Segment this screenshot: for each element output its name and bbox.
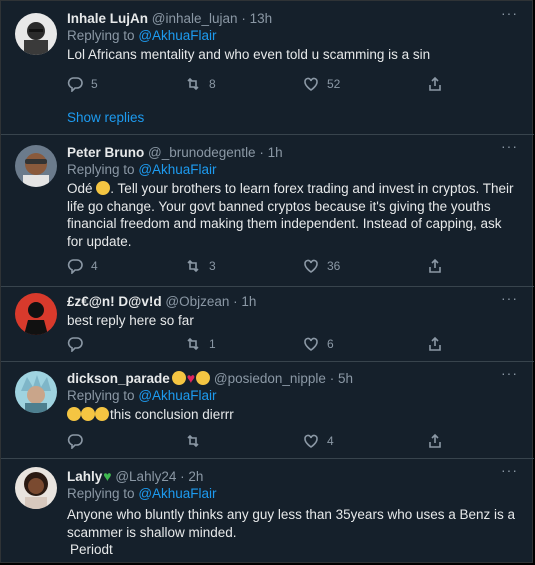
reply-icon xyxy=(67,434,83,449)
share-icon xyxy=(429,433,441,448)
tweet[interactable]: ··· Peter Bruno @_brunodegentle · 1h Rep… xyxy=(1,134,534,287)
like-icon xyxy=(304,77,318,91)
share-button[interactable] xyxy=(427,336,443,352)
retweet-count: 8 xyxy=(209,77,216,91)
like-icon xyxy=(304,259,318,273)
author-name[interactable]: dickson_parade xyxy=(67,371,170,386)
like-count: 52 xyxy=(327,77,341,91)
mention-link[interactable]: @AkhuaFlair xyxy=(138,162,216,177)
laughing-emoji xyxy=(81,407,95,421)
separator: · xyxy=(259,145,264,160)
separator: · xyxy=(241,11,246,26)
tweet-text-line: Anyone who bluntly thinks any guy less t… xyxy=(67,507,516,540)
like-button[interactable]: 52 xyxy=(303,76,340,92)
like-button[interactable]: 36 xyxy=(303,258,340,274)
author-handle[interactable]: @posiedon_nipple xyxy=(214,371,326,386)
author-name[interactable]: Inhale LujAn xyxy=(67,11,148,26)
retweet-button[interactable] xyxy=(185,433,209,449)
author-name[interactable]: £z€@n! D@v!d xyxy=(67,294,162,309)
mention-link[interactable]: @AkhuaFlair xyxy=(138,28,216,43)
laughing-emoji xyxy=(67,407,81,421)
share-icon xyxy=(429,258,441,273)
retweet-icon xyxy=(187,77,199,91)
tweet-text-rest: . Tell your brothers to learn forex trad… xyxy=(67,181,514,249)
like-icon xyxy=(304,337,318,351)
like-icon xyxy=(304,434,318,448)
share-button[interactable] xyxy=(427,258,443,274)
share-button[interactable] xyxy=(427,76,443,92)
replying-to-label: Replying to xyxy=(67,162,135,177)
retweet-count: 3 xyxy=(209,259,216,273)
retweet-button[interactable]: 8 xyxy=(185,76,216,92)
reply-button[interactable]: 4 xyxy=(67,258,98,274)
author-handle[interactable]: @inhale_lujan xyxy=(152,11,238,26)
author-handle[interactable]: @Lahly24 xyxy=(115,469,176,484)
like-count: 36 xyxy=(327,259,341,273)
reply-icon xyxy=(67,259,83,274)
separator: · xyxy=(180,469,185,484)
reply-icon xyxy=(67,77,83,92)
green-heart-emoji: ♥ xyxy=(103,468,112,484)
author-handle[interactable]: @Objzean xyxy=(165,294,229,309)
mention-link[interactable]: @AkhuaFlair xyxy=(138,486,216,501)
replying-to-label: Replying to xyxy=(67,28,135,43)
rolling-eyes-emoji xyxy=(96,181,111,195)
reply-count: 4 xyxy=(91,259,98,273)
like-button[interactable]: 4 xyxy=(303,433,334,449)
timestamp[interactable]: 13h xyxy=(250,11,273,26)
tweet-text-start: Odé xyxy=(67,181,93,196)
tweet-text: Lol Africans mentality and who even told… xyxy=(67,47,431,62)
retweet-count: 1 xyxy=(209,337,216,351)
timestamp[interactable]: 2h xyxy=(188,469,203,484)
reply-thread: · · · Inhale LujAn @inhale_lujan · 13h Rep… xyxy=(0,0,534,563)
timestamp[interactable]: 1h xyxy=(268,145,283,160)
tweet-text: Anyone who bluntly thinks any guy less t… xyxy=(67,506,520,559)
heart-emoji: ♥ xyxy=(186,370,196,386)
tweet[interactable]: ··· Lahly♥ @Lahly24 · 2h Replying to @Ak… xyxy=(1,458,534,562)
tweet[interactable]: ··· dickson_parade ♥ @posiedon_nipple · 5… xyxy=(1,361,534,459)
tweet-text: best reply here so far xyxy=(67,313,194,328)
share-icon xyxy=(429,336,441,351)
timestamp[interactable]: 5h xyxy=(338,371,353,386)
share-button[interactable] xyxy=(427,433,443,449)
tweet-text-body: this conclusion dierrr xyxy=(110,407,234,422)
avatar[interactable] xyxy=(15,13,57,55)
reply-button[interactable] xyxy=(67,433,91,449)
avatar[interactable] xyxy=(15,145,57,187)
retweet-icon xyxy=(187,259,199,273)
timestamp[interactable]: 1h xyxy=(241,294,256,309)
like-button[interactable]: 6 xyxy=(303,336,334,352)
like-count: 4 xyxy=(327,434,334,448)
author-name[interactable]: Peter Bruno xyxy=(67,145,144,160)
tweet[interactable]: ··· £z€@n! D@v!d @Objzean · 1h best repl… xyxy=(1,286,534,362)
reply-button[interactable]: 5 xyxy=(67,76,98,92)
author-handle[interactable]: @_brunodegentle xyxy=(148,145,256,160)
retweet-icon xyxy=(187,434,199,448)
mention-link[interactable]: @AkhuaFlair xyxy=(138,388,216,403)
tweet[interactable]: ··· Inhale LujAn @inhale_lujan · 13h Rep… xyxy=(1,1,534,135)
tweet-text: Odé . Tell your brothers to learn forex … xyxy=(67,180,520,250)
reply-count: 5 xyxy=(91,77,98,91)
replying-to-label: Replying to xyxy=(67,388,135,403)
retweet-button[interactable]: 1 xyxy=(185,336,216,352)
reply-button[interactable] xyxy=(67,336,91,352)
like-count: 6 xyxy=(327,337,334,351)
retweet-icon xyxy=(187,337,199,351)
author-name[interactable]: Lahly xyxy=(67,469,102,484)
separator: · xyxy=(233,294,238,309)
avatar[interactable] xyxy=(15,293,57,335)
tweet-text-line: Periodt xyxy=(70,542,113,557)
replying-to-label: Replying to xyxy=(67,486,135,501)
avatar[interactable] xyxy=(15,467,57,509)
retweet-button[interactable]: 3 xyxy=(185,258,216,274)
reply-icon xyxy=(67,337,83,352)
share-icon xyxy=(429,76,441,91)
tweet-text: this conclusion dierrr xyxy=(67,406,520,424)
avatar[interactable] xyxy=(15,371,57,413)
separator: · xyxy=(329,371,335,386)
grimacing-emoji xyxy=(171,371,186,385)
relieved-emoji xyxy=(196,371,211,385)
laughing-emoji xyxy=(95,407,109,421)
show-replies-link[interactable]: Show replies xyxy=(67,110,144,125)
